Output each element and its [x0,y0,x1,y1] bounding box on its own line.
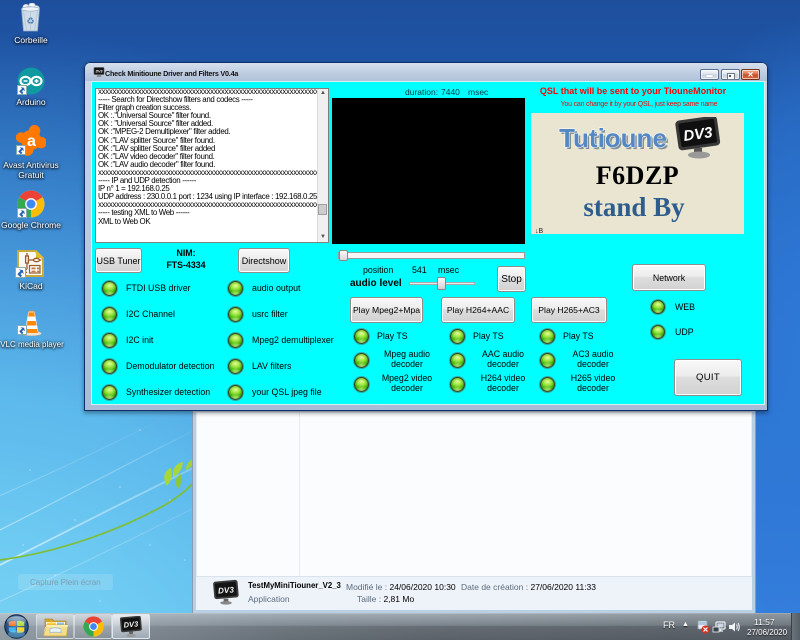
svg-text:DV3: DV3 [96,70,103,74]
svg-text:Tutioune: Tutioune [559,123,667,153]
svg-text:DV3: DV3 [123,619,139,629]
svg-text:DV3: DV3 [218,585,235,595]
svg-text:a: a [27,133,36,150]
svg-text:♻: ♻ [26,16,34,26]
